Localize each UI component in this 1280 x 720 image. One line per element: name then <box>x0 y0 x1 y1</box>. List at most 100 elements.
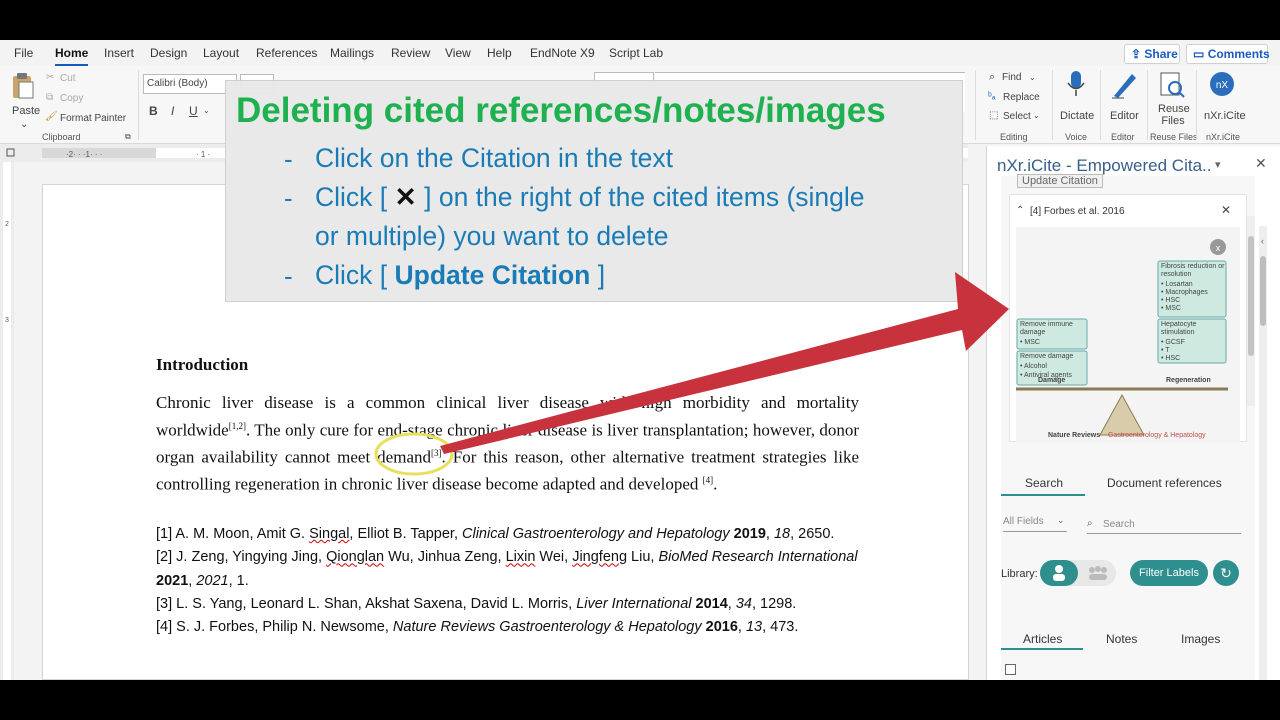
section-heading: Introduction <box>156 355 249 374</box>
cited-figure: x Remove immune damage • MSC Remove dama… <box>1016 227 1240 443</box>
svg-text:x: x <box>1216 243 1221 253</box>
nxr-icite-button[interactable]: nXr.iCite <box>1204 110 1246 122</box>
format-painter-button[interactable]: Format Painter <box>60 113 126 124</box>
editor-icon[interactable] <box>1110 70 1136 99</box>
remove-item-icon[interactable]: ✕ <box>1221 203 1231 217</box>
bold-button[interactable]: B <box>149 104 158 118</box>
close-icon: ✕ <box>394 182 417 212</box>
separator <box>1052 70 1053 140</box>
group-library-icon[interactable] <box>1080 560 1116 586</box>
chevron-down-icon[interactable]: ⌄ <box>1033 111 1040 120</box>
paste-label[interactable]: Paste <box>12 105 40 117</box>
subtab-articles[interactable]: Articles <box>1023 632 1062 646</box>
copy-button[interactable]: Copy <box>60 93 83 104</box>
chevron-down-icon[interactable]: ⌄ <box>20 119 28 130</box>
body-paragraph[interactable]: Chronic liver disease is a common clinic… <box>156 391 859 496</box>
tab-view[interactable]: View <box>445 46 471 60</box>
microphone-icon[interactable] <box>1063 70 1089 96</box>
tab-home[interactable]: Home <box>55 46 89 66</box>
citation-1-2[interactable]: [1,2] <box>229 421 246 431</box>
share-button[interactable]: ⇪ Share <box>1124 44 1180 64</box>
callout-step-3: Click [ Update Citation ] <box>315 260 606 290</box>
bibliography: [1] A. M. Moon, Amit G. Singal, Elliot B… <box>156 523 876 639</box>
svg-text:· 1 ·: · 1 · <box>196 150 210 159</box>
editor-group-label: Editor <box>1111 132 1135 142</box>
chevron-down-icon: ⌄ <box>1057 515 1065 525</box>
close-icon[interactable]: ✕ <box>1255 155 1267 172</box>
word-window: File Home Insert Design Layout Reference… <box>0 40 1280 680</box>
citation-3[interactable]: [3] <box>431 448 442 458</box>
cut-button[interactable]: Cut <box>60 73 76 84</box>
chevron-down-icon[interactable]: ⌄ <box>1029 73 1036 82</box>
library-toggle[interactable] <box>1040 560 1116 586</box>
field-select[interactable]: All Fields ⌄ <box>1003 514 1067 532</box>
reference-item: [1] A. M. Moon, Amit G. Singal, Elliot B… <box>156 526 835 542</box>
tab-design[interactable]: Design <box>150 46 187 60</box>
tab-review[interactable]: Review <box>391 46 430 60</box>
personal-library-button[interactable] <box>1040 560 1078 586</box>
copy-icon: ⧉ <box>46 92 54 103</box>
separator <box>138 70 139 140</box>
vertical-ruler[interactable]: 2 3 <box>0 162 14 680</box>
scrollbar[interactable] <box>1247 216 1255 406</box>
chevron-down-icon[interactable]: ⌄ <box>203 106 210 115</box>
chevron-up-icon[interactable]: ⌃ <box>1016 205 1024 216</box>
tab-script-lab[interactable]: Script Lab <box>609 46 663 60</box>
tab-references[interactable]: References <box>256 46 317 60</box>
separator <box>1196 70 1197 140</box>
tab-search[interactable]: Search <box>1025 476 1063 490</box>
select-button[interactable]: Select <box>1003 111 1031 122</box>
format-painter-icon: 🖌 <box>45 111 58 122</box>
paste-icon[interactable] <box>10 72 36 99</box>
tab-mailings[interactable]: Mailings <box>330 46 374 60</box>
pane-title: nXr.iCite - Empowered Cita.. <box>997 156 1212 175</box>
library-label: Library: <box>1001 568 1038 580</box>
select-all-checkbox[interactable] <box>1005 664 1016 675</box>
pane-content: Update Citation ⌃ [4] Forbes et al. 2016… <box>1001 174 1255 680</box>
tab-layout[interactable]: Layout <box>203 46 239 60</box>
subtab-notes[interactable]: Notes <box>1106 632 1137 646</box>
dictate-button[interactable]: Dictate <box>1060 110 1094 122</box>
reuse-files-icon[interactable] <box>1158 70 1185 98</box>
svg-text:2: 2 <box>5 221 9 228</box>
callout-step-2: Click [ ✕ ] on the right of the cited it… <box>315 182 865 212</box>
ribbon-tabs: File Home Insert Design Layout Reference… <box>0 40 1280 66</box>
update-citation-button[interactable]: Update Citation <box>1017 174 1103 188</box>
search-input[interactable]: ⌕ Search <box>1087 516 1241 534</box>
comment-icon: ▭ <box>1193 47 1205 61</box>
subtab-images[interactable]: Images <box>1181 632 1220 646</box>
dialog-launcher-icon[interactable]: ⧉ <box>125 132 131 142</box>
reference-item: [3] L. S. Yang, Leonard L. Shan, Akshat … <box>156 595 797 612</box>
pane-scrollbar[interactable] <box>1259 226 1267 680</box>
callout-step-2-cont: or multiple) you want to delete <box>315 221 669 251</box>
tab-document-references[interactable]: Document references <box>1107 476 1222 490</box>
nxr-icite-icon[interactable]: nX <box>1208 70 1234 96</box>
chevron-down-icon[interactable]: ▾ <box>1215 158 1221 171</box>
cited-item-title: [4] Forbes et al. 2016 <box>1030 206 1125 217</box>
tab-endnote[interactable]: EndNote X9 <box>530 46 595 60</box>
font-name-select[interactable]: Calibri (Body) <box>143 74 237 94</box>
callout-step-1: Click on the Citation in the text <box>315 143 673 173</box>
active-tab-indicator <box>1001 494 1085 496</box>
italic-button[interactable]: I <box>171 104 174 118</box>
svg-text:nX: nX <box>1216 80 1229 91</box>
replace-button[interactable]: Replace <box>1003 92 1040 103</box>
separator <box>1100 70 1101 140</box>
share-icon: ⇪ <box>1131 47 1142 61</box>
editor-button[interactable]: Editor <box>1110 110 1139 122</box>
reuse-files-button[interactable]: Reuse Files <box>1158 103 1190 127</box>
comments-button[interactable]: ▭ Comments <box>1186 44 1270 64</box>
tab-insert[interactable]: Insert <box>104 46 134 60</box>
citation-4[interactable]: [4] <box>703 475 714 485</box>
refresh-icon[interactable]: ↻ <box>1213 560 1239 586</box>
reference-item: [2] J. Zeng, Yingying Jing, Qionglan Wu,… <box>156 549 858 589</box>
tab-help[interactable]: Help <box>487 46 512 60</box>
tab-file[interactable]: File <box>14 46 33 60</box>
underline-button[interactable]: U <box>189 104 198 118</box>
chevron-left-icon[interactable]: ‹ <box>1261 236 1264 246</box>
find-button[interactable]: Find <box>1002 72 1021 83</box>
voice-group-label: Voice <box>1065 132 1088 142</box>
reuse-files-group-label: Reuse Files <box>1150 132 1198 142</box>
cut-icon: ✂ <box>46 72 55 83</box>
filter-labels-button[interactable]: Filter Labels <box>1130 560 1208 586</box>
